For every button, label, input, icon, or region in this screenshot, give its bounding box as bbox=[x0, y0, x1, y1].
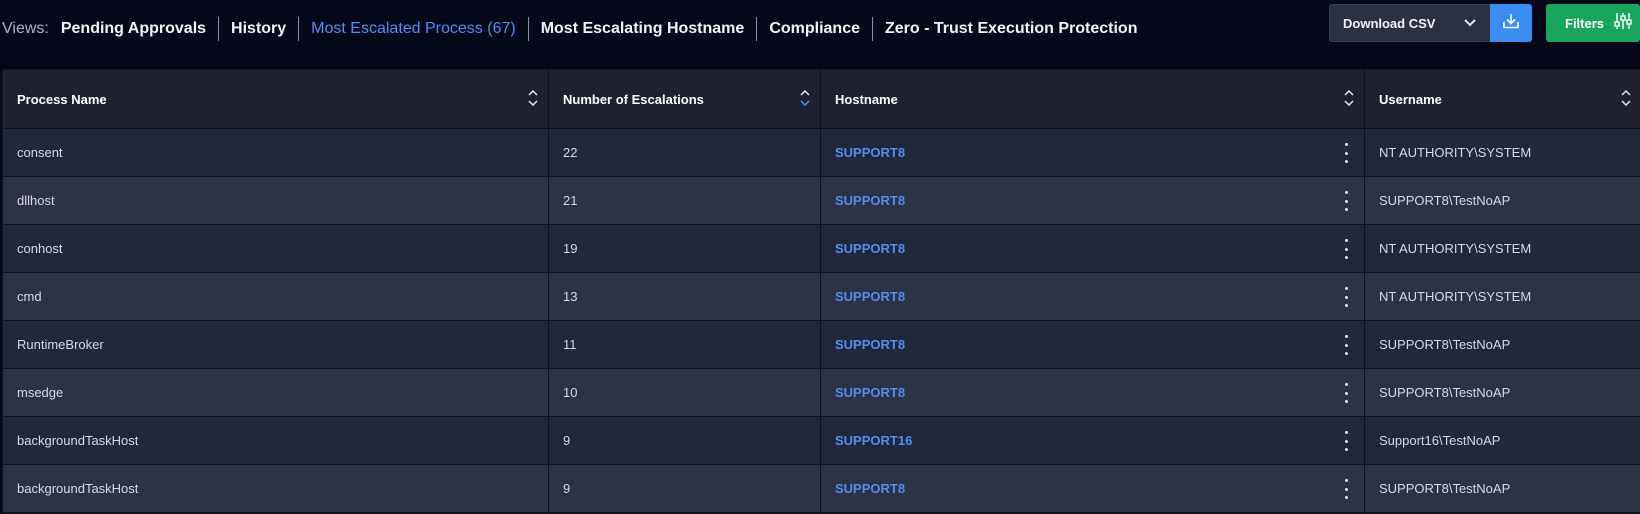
table-row[interactable]: conhost 19 SUPPORT8 NT AUTHORITY\SYSTEM bbox=[3, 225, 1640, 273]
views-nav: Views: Pending Approvals History Most Es… bbox=[2, 17, 1149, 41]
escalated-process-table: Process Name Number of Escalations Hostn… bbox=[2, 69, 1640, 514]
process-name-cell: backgroundTaskHost bbox=[3, 417, 549, 464]
table-row[interactable]: dllhost 21 SUPPORT8 SUPPORT8\TestNoAP bbox=[3, 177, 1640, 225]
escalations-cell: 9 bbox=[549, 465, 821, 512]
hostname-link[interactable]: SUPPORT8 bbox=[835, 337, 905, 352]
sort-icon[interactable] bbox=[528, 89, 538, 112]
username-cell: SUPPORT8\TestNoAP bbox=[1379, 193, 1511, 208]
column-header-number-of-escalations[interactable]: Number of Escalations bbox=[549, 70, 821, 128]
hostname-link[interactable]: SUPPORT8 bbox=[835, 241, 905, 256]
kebab-menu-icon[interactable] bbox=[1340, 239, 1352, 259]
escalations-cell: 13 bbox=[549, 273, 821, 320]
kebab-menu-icon[interactable] bbox=[1340, 479, 1352, 499]
download-format-label: Download CSV bbox=[1343, 15, 1436, 31]
hostname-cell: SUPPORT8 bbox=[821, 129, 1365, 176]
sliders-icon bbox=[1613, 11, 1633, 36]
column-header-username[interactable]: Username bbox=[1365, 70, 1640, 128]
sort-descending-icon[interactable] bbox=[800, 89, 810, 112]
hostname-link[interactable]: SUPPORT8 bbox=[835, 193, 905, 208]
kebab-menu-icon[interactable] bbox=[1340, 335, 1352, 355]
process-name-cell: RuntimeBroker bbox=[3, 321, 549, 368]
sort-icon[interactable] bbox=[1344, 89, 1354, 112]
hostname-cell: SUPPORT8 bbox=[821, 273, 1365, 320]
tab-pending-approvals[interactable]: Pending Approvals bbox=[61, 18, 218, 40]
download-format-select[interactable]: Download CSV bbox=[1329, 4, 1491, 42]
table-row[interactable]: cmd 13 SUPPORT8 NT AUTHORITY\SYSTEM bbox=[3, 273, 1640, 321]
escalations-cell: 10 bbox=[549, 369, 821, 416]
column-title: Hostname bbox=[835, 91, 898, 107]
filters-label: Filters bbox=[1565, 15, 1605, 31]
process-name-cell: conhost bbox=[3, 225, 549, 272]
escalations-cell: 19 bbox=[549, 225, 821, 272]
hostname-cell: SUPPORT8 bbox=[821, 321, 1365, 368]
kebab-menu-icon[interactable] bbox=[1340, 191, 1352, 211]
column-title: Username bbox=[1379, 91, 1442, 107]
process-name-cell: msedge bbox=[3, 369, 549, 416]
download-icon bbox=[1501, 11, 1521, 36]
username-cell: SUPPORT8\TestNoAP bbox=[1379, 337, 1511, 352]
hostname-cell: SUPPORT8 bbox=[821, 177, 1365, 224]
process-name-cell: dllhost bbox=[3, 177, 549, 224]
table-row[interactable]: RuntimeBroker 11 SUPPORT8 SUPPORT8\TestN… bbox=[3, 321, 1640, 369]
tab-history[interactable]: History bbox=[219, 18, 298, 40]
username-cell: SUPPORT8\TestNoAP bbox=[1379, 481, 1511, 496]
kebab-menu-icon[interactable] bbox=[1340, 143, 1352, 163]
kebab-menu-icon[interactable] bbox=[1340, 383, 1352, 403]
column-title: Number of Escalations bbox=[563, 91, 704, 107]
filters-button[interactable]: Filters bbox=[1546, 4, 1640, 42]
process-name-cell: consent bbox=[3, 129, 549, 176]
escalations-cell: 22 bbox=[549, 129, 821, 176]
tab-most-escalated-process[interactable]: Most Escalated Process (67) bbox=[299, 18, 528, 40]
chevron-down-icon bbox=[1464, 19, 1476, 27]
escalations-cell: 21 bbox=[549, 177, 821, 224]
hostname-link[interactable]: SUPPORT8 bbox=[835, 385, 905, 400]
kebab-menu-icon[interactable] bbox=[1340, 287, 1352, 307]
username-cell: NT AUTHORITY\SYSTEM bbox=[1379, 145, 1532, 160]
escalations-cell: 9 bbox=[549, 417, 821, 464]
hostname-link[interactable]: SUPPORT8 bbox=[835, 145, 905, 160]
username-cell: NT AUTHORITY\SYSTEM bbox=[1379, 241, 1532, 256]
column-header-hostname[interactable]: Hostname bbox=[821, 70, 1365, 128]
top-bar: Views: Pending Approvals History Most Es… bbox=[0, 0, 1640, 64]
views-label: Views: bbox=[2, 20, 49, 37]
column-title: Process Name bbox=[17, 91, 107, 107]
sort-icon[interactable] bbox=[1621, 89, 1631, 112]
hostname-link[interactable]: SUPPORT8 bbox=[835, 481, 905, 496]
tab-most-escalating-hostname[interactable]: Most Escalating Hostname bbox=[529, 18, 757, 40]
table-row[interactable]: msedge 10 SUPPORT8 SUPPORT8\TestNoAP bbox=[3, 369, 1640, 417]
escalations-cell: 11 bbox=[549, 321, 821, 368]
download-button[interactable] bbox=[1490, 4, 1532, 42]
tab-zero-trust-execution-protection[interactable]: Zero - Trust Execution Protection bbox=[873, 18, 1149, 40]
hostname-link[interactable]: SUPPORT16 bbox=[835, 433, 912, 448]
process-name-cell: cmd bbox=[3, 273, 549, 320]
hostname-cell: SUPPORT8 bbox=[821, 465, 1365, 512]
hostname-cell: SUPPORT16 bbox=[821, 417, 1365, 464]
username-cell: NT AUTHORITY\SYSTEM bbox=[1379, 289, 1532, 304]
table-row[interactable]: consent 22 SUPPORT8 NT AUTHORITY\SYSTEM bbox=[3, 129, 1640, 177]
table-row[interactable]: backgroundTaskHost 9 SUPPORT16 Support16… bbox=[3, 417, 1640, 465]
hostname-link[interactable]: SUPPORT8 bbox=[835, 289, 905, 304]
tab-compliance[interactable]: Compliance bbox=[757, 18, 872, 40]
hostname-cell: SUPPORT8 bbox=[821, 369, 1365, 416]
kebab-menu-icon[interactable] bbox=[1340, 431, 1352, 451]
hostname-cell: SUPPORT8 bbox=[821, 225, 1365, 272]
username-cell: SUPPORT8\TestNoAP bbox=[1379, 385, 1511, 400]
table-row[interactable]: backgroundTaskHost 9 SUPPORT8 SUPPORT8\T… bbox=[3, 465, 1640, 513]
process-name-cell: backgroundTaskHost bbox=[3, 465, 549, 512]
column-header-process-name[interactable]: Process Name bbox=[3, 70, 549, 128]
table-header: Process Name Number of Escalations Hostn… bbox=[3, 70, 1640, 129]
username-cell: Support16\TestNoAP bbox=[1379, 433, 1501, 448]
